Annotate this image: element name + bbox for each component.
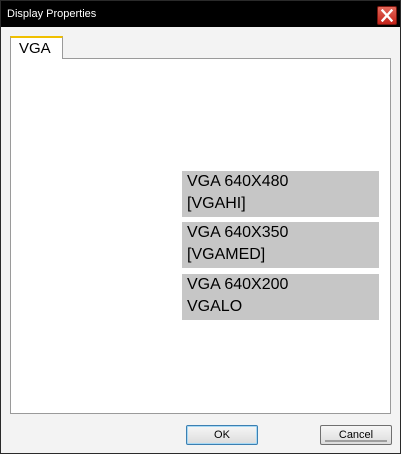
display-mode-name: VGA 640X350 — [187, 224, 289, 241]
display-mode-driver: VGALO — [187, 298, 243, 315]
display-mode-vgahi[interactable]: VGA 640X480 [VGAHI] — [182, 171, 379, 217]
cancel-button-underline — [325, 440, 387, 442]
close-button[interactable] — [377, 6, 397, 25]
display-mode-driver: [VGAHI] — [187, 195, 246, 212]
ok-button-label: OK — [214, 429, 230, 441]
tab-label: VGA — [19, 40, 51, 57]
close-icon — [381, 9, 393, 22]
display-mode-driver: [VGAMED] — [187, 246, 266, 263]
display-mode-vgamed[interactable]: VGA 640X350 [VGAMED] — [182, 222, 379, 268]
display-mode-name: VGA 640X200 — [187, 276, 289, 293]
ok-button[interactable]: OK — [186, 425, 258, 445]
window-title: Display Properties — [7, 8, 97, 20]
tab-panel-vga: VGA 640X480 [VGAHI] VGA 640X350 [VGAMED]… — [10, 58, 391, 414]
title-bar[interactable]: Display Properties — [1, 1, 400, 27]
display-properties-window: Display Properties VGA VGA 640X480 [VGAH… — [0, 0, 401, 454]
display-mode-name: VGA 640X480 — [187, 173, 289, 190]
cancel-button[interactable]: Cancel — [320, 425, 392, 445]
tab-vga[interactable]: VGA — [10, 36, 63, 59]
dialog-client-area: VGA VGA 640X480 [VGAHI] VGA 640X350 [VGA… — [1, 27, 400, 453]
display-mode-vgalo[interactable]: VGA 640X200 VGALO — [182, 274, 379, 320]
